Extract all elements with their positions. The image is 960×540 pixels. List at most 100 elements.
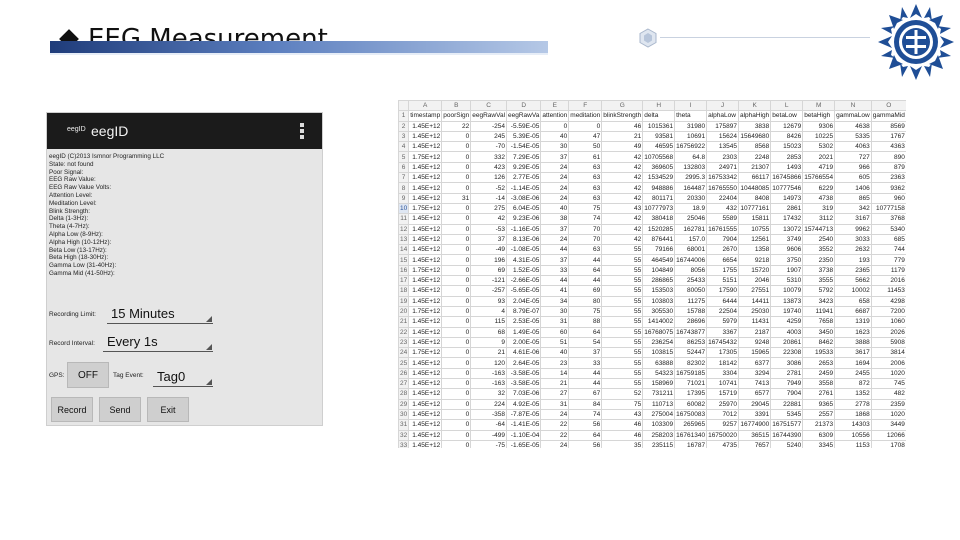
cell[interactable]: 16765550 [706,182,739,194]
cell[interactable]: 20861 [770,336,804,349]
cell[interactable]: 5302 [802,141,836,153]
row-number[interactable]: 21 [398,316,410,328]
cell[interactable]: 132803 [674,161,708,174]
cell[interactable]: 16744006 [674,254,708,266]
cell[interactable]: 35 [601,439,644,448]
row-number[interactable]: 5 [398,151,410,163]
cell[interactable]: 0 [441,233,472,246]
cell[interactable]: 1.45E+12 [408,336,443,349]
cell[interactable]: 2.53E-05 [506,316,542,328]
cell[interactable]: 2016 [870,275,906,287]
cell[interactable]: 9606 [770,244,804,256]
cell[interactable]: 64 [568,264,603,277]
cell[interactable]: 12561 [737,233,772,246]
cell[interactable]: 4 [470,305,508,318]
row-number[interactable]: 11 [398,213,410,225]
cell[interactable]: 55 [601,357,644,369]
cell[interactable]: 0 [441,275,472,287]
cell[interactable]: 1755 [706,264,739,277]
cell[interactable]: 1.45E+12 [408,182,443,194]
cell[interactable]: 16744390 [770,429,804,441]
cell[interactable]: 3617 [834,347,872,359]
cell[interactable]: 7904 [770,388,804,400]
cell[interactable]: 0 [441,244,472,256]
cell[interactable]: 11431 [737,316,772,328]
cell[interactable]: betaLow [770,110,804,122]
cell[interactable]: 7949 [770,378,804,390]
cell[interactable]: 1.45E+12 [408,326,443,338]
cell[interactable]: -358 [470,408,508,421]
cell[interactable]: 120 [470,357,508,369]
row-number[interactable]: 26 [398,367,410,380]
cell[interactable]: 22404 [706,192,739,204]
cell[interactable]: 1.45E+12 [408,120,443,132]
cell[interactable]: 24 [540,182,570,194]
cell[interactable]: 2459 [802,367,836,380]
cell[interactable]: 1020 [870,367,906,380]
exit-button[interactable]: Exit [147,397,189,422]
row-number[interactable]: 33 [398,439,410,448]
cell[interactable]: 0 [441,429,472,441]
cell[interactable]: 42 [601,151,644,163]
cell[interactable]: 5335 [834,130,872,143]
column-letter[interactable]: O [870,100,906,112]
cell[interactable]: 1520285 [642,223,676,235]
cell[interactable]: 1623 [834,326,872,338]
cell[interactable]: 16768075 [642,326,676,338]
cell[interactable]: 42 [601,172,644,184]
cell[interactable]: 9962 [834,223,872,235]
cell[interactable]: 157.0 [674,233,708,246]
cell[interactable]: 5340 [870,223,906,235]
gps-toggle-button[interactable]: OFF [67,362,109,388]
cell[interactable]: 1.52E-05 [506,264,542,277]
cell[interactable]: 10741 [706,378,739,390]
cell[interactable]: 15649680 [737,130,772,143]
cell[interactable]: 42 [601,182,644,194]
cell[interactable]: 18142 [706,357,739,369]
cell[interactable]: 40 [540,347,570,359]
row-number[interactable]: 14 [398,244,410,256]
row-number[interactable]: 25 [398,357,410,369]
cell[interactable]: 42 [601,233,644,246]
column-letter[interactable]: A [408,100,443,112]
cell[interactable]: 10777546 [770,182,804,194]
cell[interactable]: 1.45E+12 [408,192,443,204]
cell[interactable]: 1060 [870,316,906,328]
cell[interactable]: 11275 [674,295,708,307]
cell[interactable]: 55 [601,295,644,307]
cell[interactable]: 2187 [737,326,772,338]
cell[interactable]: 342 [834,202,872,215]
cell[interactable]: 3294 [737,367,772,380]
cell[interactable]: 10777158 [870,202,906,215]
cell[interactable]: 17432 [770,213,804,225]
cell[interactable]: 32 [470,388,508,400]
cell[interactable]: 16751577 [770,419,804,431]
cell[interactable]: 6577 [737,388,772,400]
cell[interactable]: -1.16E-05 [506,223,542,235]
cell[interactable]: -75 [470,439,508,448]
cell[interactable]: 1.45E+12 [408,254,443,266]
cell[interactable]: 1153 [834,439,872,448]
cell[interactable]: 464549 [642,254,676,266]
cell[interactable]: 21373 [802,419,836,431]
cell[interactable]: 8056 [674,264,708,277]
cell[interactable]: 30 [540,141,570,153]
cell[interactable]: 4.31E-05 [506,254,542,266]
cell[interactable]: 16787 [674,439,708,448]
cell[interactable]: 20330 [674,192,708,204]
cell[interactable]: 46 [601,419,644,431]
cell[interactable]: 42 [601,213,644,225]
cell[interactable]: 80 [568,295,603,307]
cell[interactable]: alphaLow [706,110,739,122]
cell[interactable]: 1.75E+12 [408,264,443,277]
cell[interactable]: 44 [540,275,570,287]
cell[interactable]: 55 [601,347,644,359]
cell[interactable]: 2861 [770,202,804,215]
cell[interactable]: 13072 [770,223,804,235]
cell[interactable]: 10556 [834,429,872,441]
cell[interactable]: 2.04E-05 [506,295,542,307]
cell[interactable]: 224 [470,398,508,410]
cell[interactable]: 1179 [870,264,906,277]
cell[interactable]: 46 [601,120,644,132]
cell[interactable]: 46 [601,429,644,441]
